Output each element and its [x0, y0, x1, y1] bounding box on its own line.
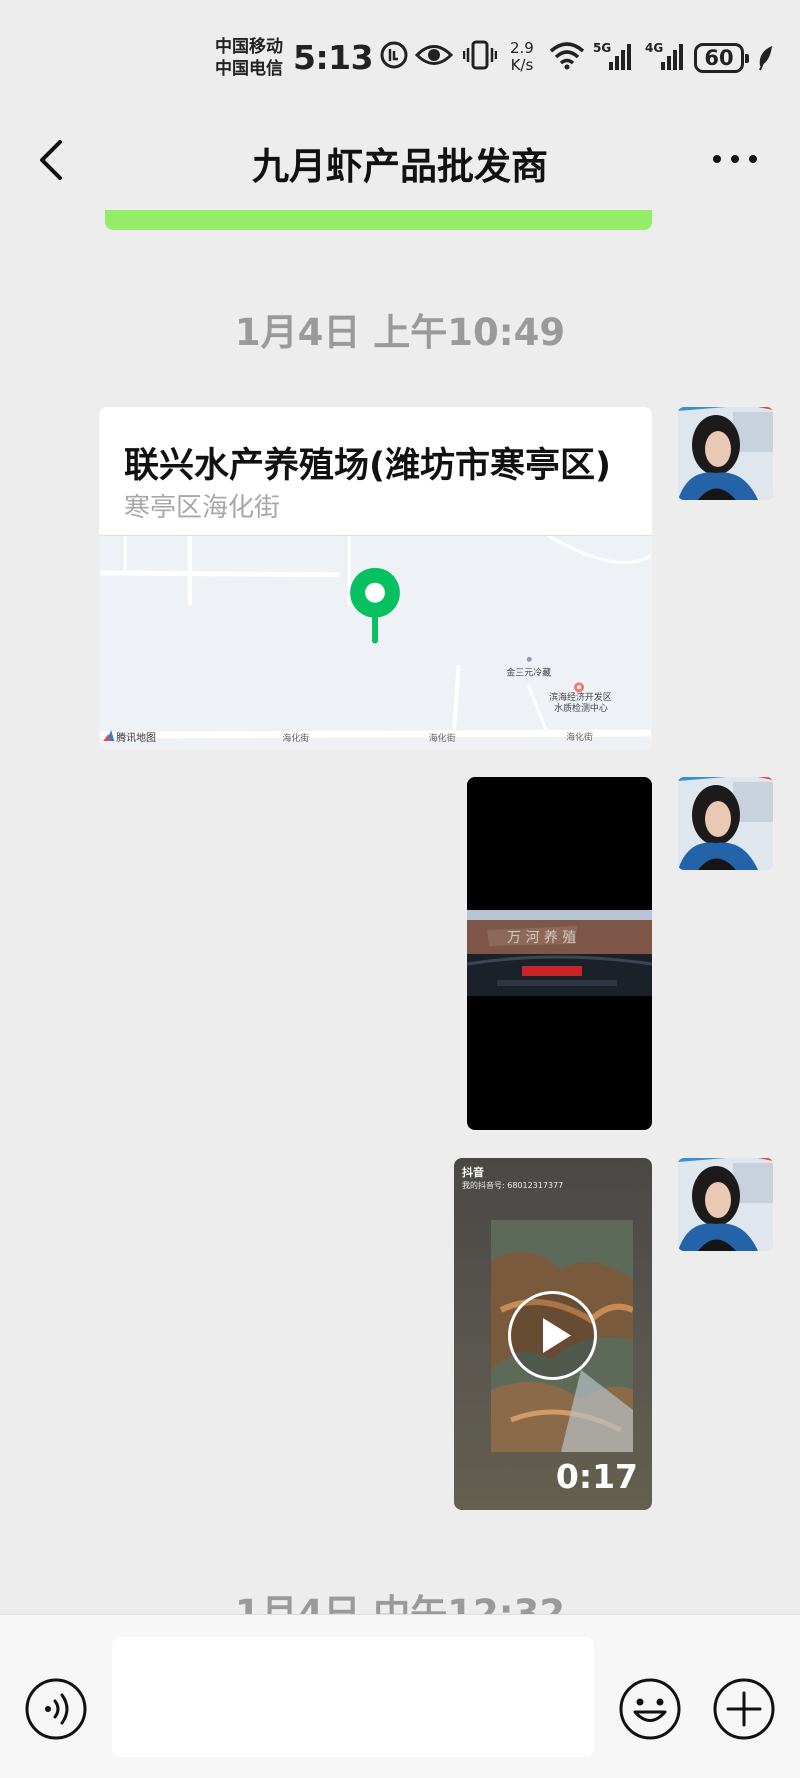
voice-button[interactable] [24, 1677, 88, 1741]
map-brand: 腾讯地图 [116, 731, 156, 744]
play-button[interactable] [505, 1288, 600, 1383]
location-message[interactable]: 联兴水产养殖场(潍坊市寒亭区) 寒亭区海化街 金三元冷藏 滨海经济开发区 水质检… [99, 407, 652, 749]
battery-icon: 60 [694, 43, 749, 73]
message-input[interactable] [112, 1637, 594, 1757]
video-duration: 0:17 [555, 1457, 638, 1496]
previous-message-bubble[interactable] [105, 210, 652, 230]
vibrate-icon [463, 40, 497, 70]
sender-avatar[interactable] [678, 1158, 773, 1251]
more-button[interactable] [705, 144, 765, 174]
signal-4g-icon: 4G [645, 41, 683, 70]
video-thumbnail: 万 河 养 殖 [467, 910, 652, 996]
signal-5g-label: 5G [593, 41, 611, 55]
location-address: 寒亭区海化街 [124, 493, 281, 523]
leaf-icon [759, 46, 772, 71]
status-bar: 中国移动 中国电信 5:13 2.9 K/s 5G 4G 60 [0, 0, 800, 110]
douyin-app-label: 抖音 [462, 1166, 484, 1179]
avatar-photo [678, 407, 773, 500]
map-poi-2-line2: 水质检测中心 [554, 702, 608, 714]
map-road-2: 海化街 [429, 732, 456, 744]
signal-5g-icon: 5G [593, 41, 631, 70]
sender-avatar[interactable] [678, 407, 773, 500]
avatar-photo [678, 1158, 773, 1251]
more-functions-button[interactable] [712, 1677, 776, 1741]
map-poi-2-line1: 滨海经济开发区 [549, 691, 612, 703]
play-icon [508, 1291, 597, 1380]
eye-icon [415, 45, 453, 65]
carrier-labels: 中国移动 中国电信 [215, 36, 283, 80]
plus-icon [713, 1678, 775, 1740]
map-road-1: 海化街 [282, 732, 309, 744]
avatar-photo [678, 777, 773, 870]
location-map: 金三元冷藏 滨海经济开发区 水质检测中心 海化街 海化街 海化街 腾讯地图 [99, 535, 652, 749]
more-dots-icon [713, 155, 757, 163]
location-name: 联兴水产养殖场(潍坊市寒亭区) [124, 446, 611, 486]
wifi-icon [549, 42, 585, 70]
voice-icon [25, 1678, 87, 1740]
signal-4g-label: 4G [645, 41, 663, 55]
svg-text:万 河 养 殖: 万 河 养 殖 [507, 929, 576, 946]
video-message[interactable]: 抖音 我的抖音号: 68012317377 0:17 [454, 1158, 652, 1510]
chat-title: 九月虾产品批发商 [252, 145, 548, 188]
status-time: 5:13 [293, 38, 374, 77]
net-speed-unit: K/s [510, 56, 534, 74]
video-message[interactable]: 万 河 养 殖 [467, 777, 652, 1130]
emoji-button[interactable] [618, 1677, 682, 1741]
map-poi-1: 金三元冷藏 [506, 666, 551, 678]
input-bar [0, 1614, 800, 1778]
message-timestamp: 1月4日 上午10:49 [234, 311, 566, 354]
chat-header: 九月虾产品批发商 [0, 110, 800, 210]
sender-avatar[interactable] [678, 777, 773, 870]
carrier-1: 中国移动 [215, 37, 283, 57]
emoji-icon [619, 1678, 681, 1740]
net-speed-value: 2.9 [510, 39, 534, 57]
hd-call-icon [380, 41, 408, 69]
net-speed: 2.9 K/s [510, 40, 534, 74]
carrier-2: 中国电信 [215, 59, 283, 79]
douyin-account-id: 我的抖音号: 68012317377 [462, 1181, 564, 1190]
map-road-3: 海化街 [566, 731, 593, 743]
